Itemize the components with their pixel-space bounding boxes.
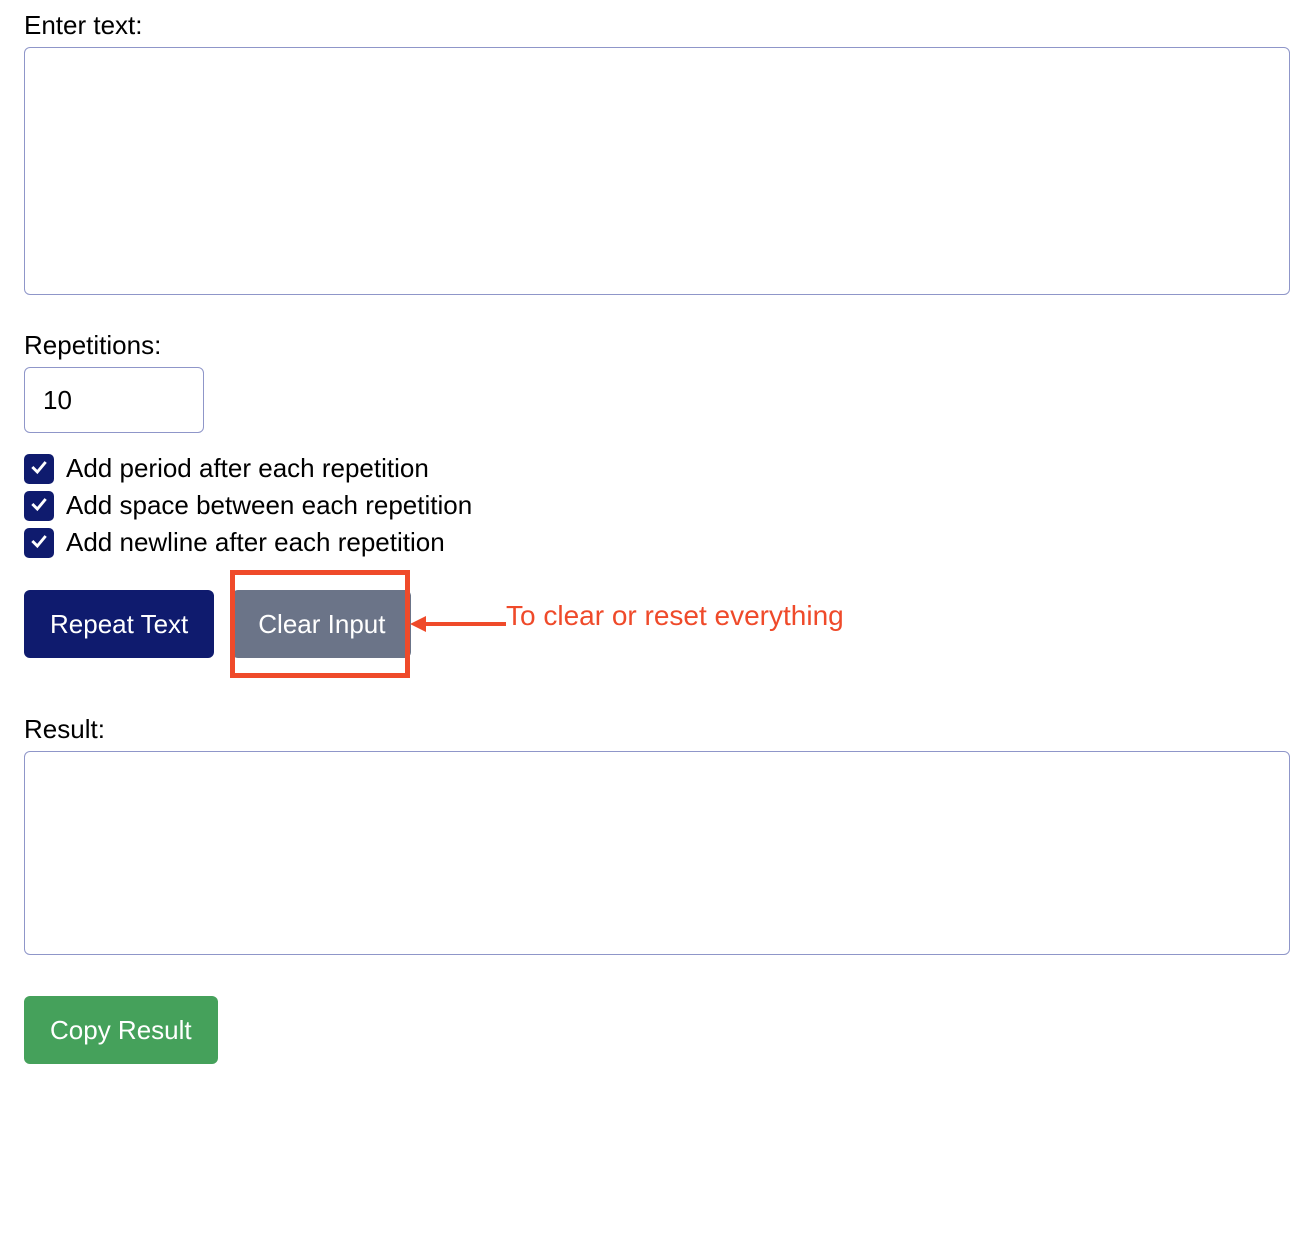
checkbox-period-label: Add period after each repetition bbox=[66, 453, 429, 484]
enter-text-label: Enter text: bbox=[24, 10, 1290, 41]
checkbox-newline-label: Add newline after each repetition bbox=[66, 527, 445, 558]
result-label: Result: bbox=[24, 714, 1290, 745]
copy-result-button[interactable]: Copy Result bbox=[24, 996, 218, 1064]
check-icon bbox=[29, 527, 49, 558]
check-icon bbox=[29, 453, 49, 484]
checkbox-newline[interactable] bbox=[24, 528, 54, 558]
enter-text-textarea[interactable] bbox=[24, 47, 1290, 295]
annotation-arrow-icon bbox=[410, 612, 506, 636]
checkbox-space-label: Add space between each repetition bbox=[66, 490, 472, 521]
checkbox-period[interactable] bbox=[24, 454, 54, 484]
result-textarea[interactable] bbox=[24, 751, 1290, 955]
clear-input-button[interactable]: Clear Input bbox=[232, 590, 411, 658]
button-row: Repeat Text Clear Input To clear or rese… bbox=[24, 590, 1290, 658]
repeat-text-button[interactable]: Repeat Text bbox=[24, 590, 214, 658]
check-icon bbox=[29, 490, 49, 521]
repetitions-label: Repetitions: bbox=[24, 330, 1290, 361]
checkbox-space[interactable] bbox=[24, 491, 54, 521]
annotation-text: To clear or reset everything bbox=[506, 600, 844, 632]
repetitions-input[interactable] bbox=[24, 367, 204, 433]
